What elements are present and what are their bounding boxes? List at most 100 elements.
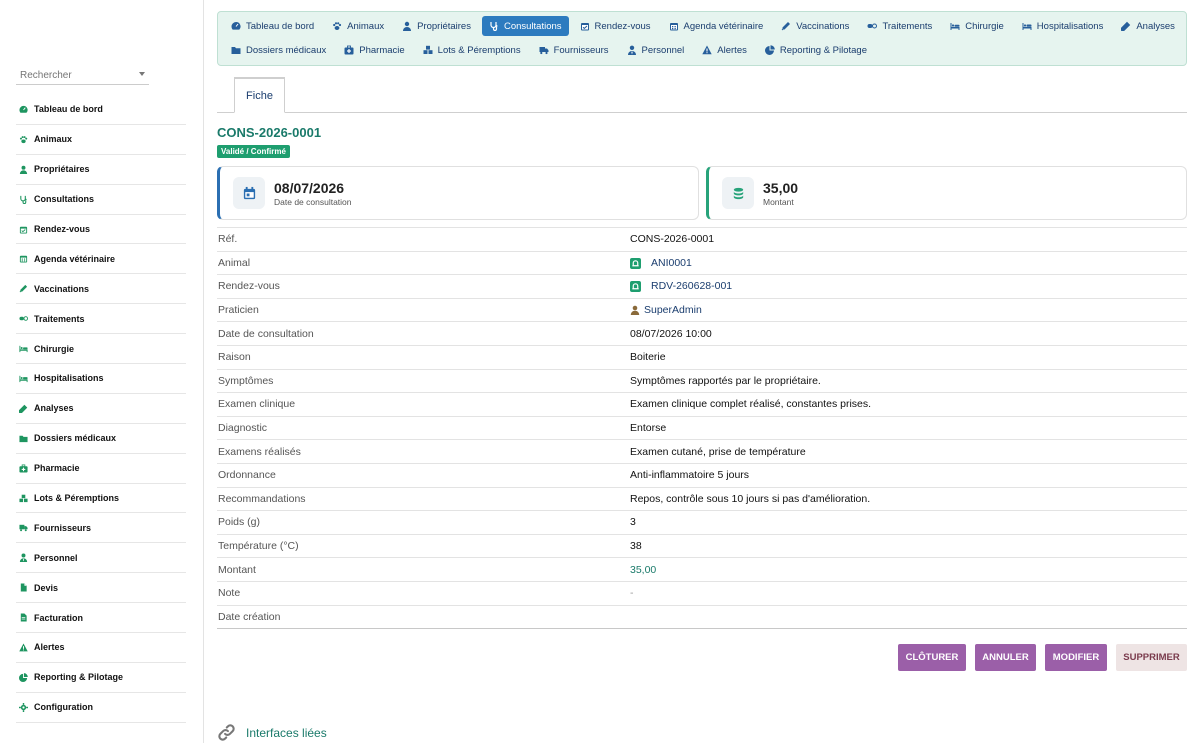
calendar-check-icon [580,21,590,31]
sidebar-item-label: Alertes [34,642,65,653]
top-nav-label: Chirurgie [965,20,1004,32]
top-nav-lots-peremptions[interactable]: Lots & Péremptions [416,40,528,60]
top-nav-proprietaires[interactable]: Propriétaires [395,16,478,36]
sidebar-item-animaux[interactable]: Animaux [16,125,186,155]
top-nav-agenda-veterinaire[interactable]: Agenda vétérinaire [662,16,771,36]
top-nav-rendez-vous[interactable]: Rendez-vous [573,16,658,36]
linked-interfaces-header[interactable]: Interfaces liées [217,723,327,742]
sidebar-item-pharmacie[interactable]: Pharmacie [16,454,186,484]
detail-value: 3 [630,516,636,529]
sidebar-item-traitements[interactable]: Traitements [16,304,186,335]
top-nav-hospitalisations[interactable]: Hospitalisations [1015,16,1111,36]
sidebar-item-proprietaires[interactable]: Propriétaires [16,155,186,185]
sidebar-item-dossiers-medicaux[interactable]: Dossiers médicaux [16,424,186,454]
top-nav-fournisseurs[interactable]: Fournisseurs [532,40,616,60]
sidebar-item-consultations[interactable]: Consultations [16,185,186,215]
detail-user-link[interactable]: SuperAdmin [644,304,702,316]
link-icon [217,723,236,742]
sidebar-item-configuration[interactable]: Configuration [16,693,186,723]
test-tube-icon [1121,21,1131,31]
chevron-down-icon[interactable] [139,72,145,76]
sidebar-item-vaccinations[interactable]: Vaccinations [16,274,186,305]
edit-button[interactable]: MODIFIER [1045,644,1107,671]
top-nav-label: Hospitalisations [1036,20,1104,32]
top-nav-traitements[interactable]: Traitements [860,16,939,36]
top-nav-tableau-de-bord[interactable]: Tableau de bord [224,16,321,36]
syringe-icon [19,284,28,293]
top-nav-label: Analyses [1136,20,1175,32]
detail-key: Ordonnance [218,469,276,482]
sidebar-item-analyses[interactable]: Analyses [16,394,186,424]
sidebar-item-fournisseurs[interactable]: Fournisseurs [16,513,186,544]
detail-key: Praticien [218,304,259,317]
sidebar-item-reporting-pilotage[interactable]: Reporting & Pilotage [16,663,186,693]
sidebar-item-label: Traitements [34,313,85,324]
detail-link[interactable]: RDV-260628-001 [651,281,732,293]
top-nav-label: Vaccinations [796,20,850,32]
sidebar-item-hospitalisations[interactable]: Hospitalisations [16,364,186,394]
detail-key: Note [218,587,241,600]
detail-key: Date de consultation [218,327,314,340]
date-summary-card: 08/07/2026 Date de consultation [217,166,699,220]
sidebar-item-chirurgie[interactable]: Chirurgie [16,334,186,365]
detail-value-cell: Repos, contrôle sous 10 jours si pas d'a… [630,487,1187,511]
truck-icon [19,523,28,532]
detail-row: Praticien SuperAdmin [217,298,1187,322]
paw-icon [19,135,28,144]
sidebar-item-label: Personnel [34,552,78,563]
top-nav-personnel[interactable]: Personnel [620,40,692,60]
coins-icon [722,177,754,209]
tab-bar: Fiche [217,77,1187,113]
top-nav-label: Tableau de bord [246,20,315,32]
detail-value: Boiterie [630,351,666,364]
page-title: CONS-2026-0001 [217,125,322,140]
top-navigation: Tableau de bord Animaux Propriétaires Consu… [217,11,1187,66]
sidebar-item-label: Devis [34,582,59,593]
top-nav-analyses[interactable]: Analyses [1114,16,1182,36]
top-nav-reporting-pilotage[interactable]: Reporting & Pilotage [758,40,874,60]
sidebar-item-agenda-veterinaire[interactable]: Agenda vétérinaire [16,244,186,275]
top-nav-dossiers-medicaux[interactable]: Dossiers médicaux [224,40,333,60]
delete-button[interactable]: SUPPRIMER [1116,644,1187,671]
warning-icon [19,643,28,652]
bed-icon [950,21,960,31]
amount-summary-card: 35,00 Montant [706,166,1187,220]
detail-value-cell: ANI0001 [630,251,1187,275]
sidebar-item-rendez-vous[interactable]: Rendez-vous [16,215,186,245]
calendar-icon [233,177,265,209]
top-nav-alertes[interactable]: Alertes [695,40,754,60]
detail-key: Examen clinique [218,398,296,411]
sidebar-item-devis[interactable]: Devis [16,573,186,604]
search-box[interactable] [16,66,149,85]
detail-value-cell: - [630,581,1187,605]
detail-value: Repos, contrôle sous 10 jours si pas d'a… [630,492,871,505]
detail-value-cell: Symptômes rapportés par le propriétaire. [630,369,1187,393]
card-date-value: 08/07/2026 [274,179,345,196]
top-nav-chirurgie[interactable]: Chirurgie [943,16,1011,36]
cancel-button[interactable]: ANNULER [975,644,1036,671]
detail-link[interactable]: ANI0001 [651,257,692,269]
top-nav-animaux[interactable]: Animaux [325,16,391,36]
sidebar-item-personnel[interactable]: Personnel [16,543,186,574]
detail-row: Date de consultation 08/07/2026 10:00 [217,321,1187,346]
sidebar-item-tableau-de-bord[interactable]: Tableau de bord [16,95,186,125]
detail-value-cell: Entorse [630,416,1187,440]
bed-icon [19,344,28,353]
sidebar-item-facturation[interactable]: Facturation [16,603,186,634]
detail-value: - [630,587,634,600]
detail-row: Diagnostic Entorse [217,416,1187,440]
detail-row: Examens réalisés Examen cutané, prise de … [217,439,1187,464]
top-nav-vaccinations[interactable]: Vaccinations [774,16,856,36]
boxes-icon [19,494,28,503]
top-nav-label: Agenda vétérinaire [683,20,764,32]
search-input[interactable] [16,66,131,84]
detail-row: Réf. CONS-2026-0001 [217,227,1187,252]
record-link-icon [630,281,641,293]
top-nav-consultations[interactable]: Consultations [481,16,569,36]
tab-fiche[interactable]: Fiche [234,77,285,113]
top-nav-pharmacie[interactable]: Pharmacie [337,40,411,60]
close-record-button[interactable]: CLÔTURER [898,644,966,671]
sidebar-item-alertes[interactable]: Alertes [16,633,186,663]
detail-key: Température (°C) [218,540,299,553]
sidebar-item-lots-peremptions[interactable]: Lots & Péremptions [16,484,186,514]
